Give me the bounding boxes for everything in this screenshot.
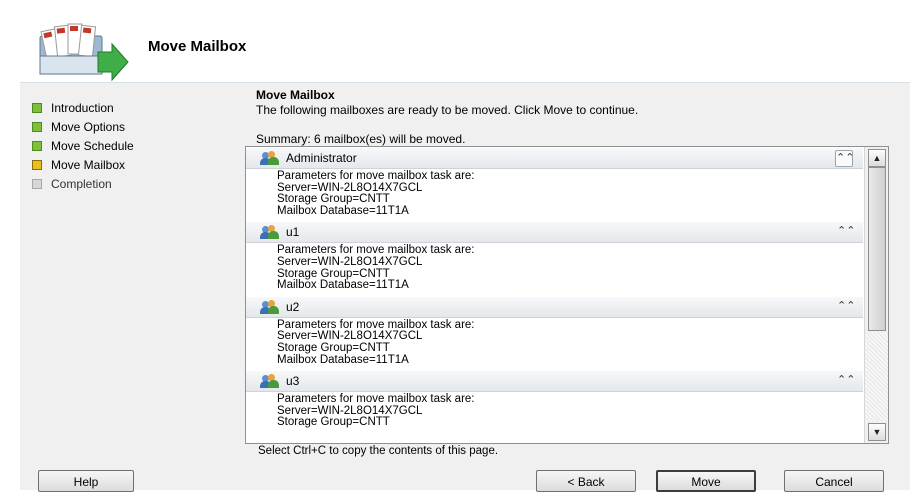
double-chevron-up-icon[interactable]: ⌃⌃: [837, 224, 855, 239]
step-pending-icon: [32, 178, 42, 189]
scrollbar-thumb[interactable]: [868, 167, 886, 331]
details-line: Mailbox Database=11T1A: [277, 279, 409, 292]
mailbox-name: u3: [286, 374, 300, 389]
vertical-scrollbar[interactable]: ▲ ▼: [864, 147, 888, 443]
move-mailbox-wizard-icon: [39, 23, 129, 82]
mailbox-list[interactable]: Administrator ⌃⌃ Parameters for move mai…: [245, 146, 889, 444]
scroll-down-arrow-icon[interactable]: ▼: [868, 423, 886, 441]
step-label: Completion: [51, 176, 112, 191]
summary-text: Summary: 6 mailbox(es) will be moved.: [256, 132, 466, 146]
step-completion: Completion: [32, 174, 232, 193]
wizard-steps: Introduction Move Options Move Schedule …: [32, 98, 232, 193]
mailbox-item-header[interactable]: Administrator ⌃⌃: [246, 147, 863, 169]
step-label: Move Options: [51, 119, 126, 134]
details-line: Parameters for move mailbox task are:: [277, 393, 475, 406]
double-chevron-up-icon[interactable]: ⌃⌃: [835, 150, 854, 167]
step-current-icon: [32, 159, 42, 170]
mailbox-user-icon: [260, 299, 280, 314]
mailbox-details: Parameters for move mailbox task are: Se…: [246, 169, 863, 222]
details-line: Storage Group=CNTT: [277, 416, 390, 429]
step-label: Move Mailbox: [51, 157, 126, 172]
step-label: Introduction: [51, 100, 114, 115]
mailbox-user-icon: [260, 374, 280, 389]
wizard-window: Move Mailbox Introduction Move Options M…: [20, 10, 910, 492]
mailbox-user-icon: [260, 151, 280, 165]
wizard-header: Move Mailbox: [20, 10, 910, 83]
details-line: Mailbox Database=11T1A: [277, 353, 409, 366]
mailbox-user-icon: [260, 225, 280, 240]
scrollbar-track[interactable]: [865, 332, 888, 422]
mailbox-item-header[interactable]: u2 ⌃⌃: [246, 295, 863, 318]
step-introduction: Introduction: [32, 98, 232, 117]
mailbox-details: Parameters for move mailbox task are: Se…: [246, 243, 863, 296]
mailbox-details: Parameters for move mailbox task are: Se…: [246, 392, 863, 433]
help-button[interactable]: Help: [38, 470, 134, 492]
page-description: The following mailboxes are ready to be …: [256, 103, 639, 117]
content-header: Move Mailbox The following mailboxes are…: [256, 88, 896, 117]
back-button[interactable]: < Back: [536, 470, 636, 492]
mailbox-item-header[interactable]: u3 ⌃⌃: [246, 370, 863, 393]
double-chevron-up-icon[interactable]: ⌃⌃: [837, 373, 855, 388]
mailbox-item-header[interactable]: u1 ⌃⌃: [246, 221, 863, 244]
step-complete-icon: [32, 140, 42, 151]
mailbox-list-viewport: Administrator ⌃⌃ Parameters for move mai…: [246, 147, 863, 443]
details-line: Storage Group=CNTT: [277, 341, 390, 354]
page-title: Move Mailbox: [256, 88, 335, 102]
details-line: Mailbox Database=11T1A: [277, 204, 409, 217]
mailbox-name: u1: [286, 225, 300, 240]
cancel-button[interactable]: Cancel: [784, 470, 884, 492]
copy-hint: Select Ctrl+C to copy the contents of th…: [258, 445, 499, 457]
scroll-up-arrow-icon[interactable]: ▲: [868, 149, 886, 167]
step-complete-icon: [32, 121, 42, 132]
step-complete-icon: [32, 102, 42, 113]
step-label: Move Schedule: [51, 138, 134, 153]
wizard-title: Move Mailbox: [148, 38, 247, 55]
mailbox-details: Parameters for move mailbox task are: Se…: [246, 317, 863, 371]
details-line: Server=WIN-2L8O14X7GCL: [277, 255, 423, 268]
double-chevron-up-icon[interactable]: ⌃⌃: [837, 299, 855, 314]
move-button[interactable]: Move: [656, 470, 756, 492]
step-move-schedule: Move Schedule: [32, 136, 232, 155]
mailbox-name: u2: [286, 299, 300, 314]
details-line: Parameters for move mailbox task are:: [277, 170, 475, 182]
step-move-options: Move Options: [32, 117, 232, 136]
step-move-mailbox: Move Mailbox: [32, 155, 232, 174]
mailbox-name: Administrator: [286, 151, 357, 165]
